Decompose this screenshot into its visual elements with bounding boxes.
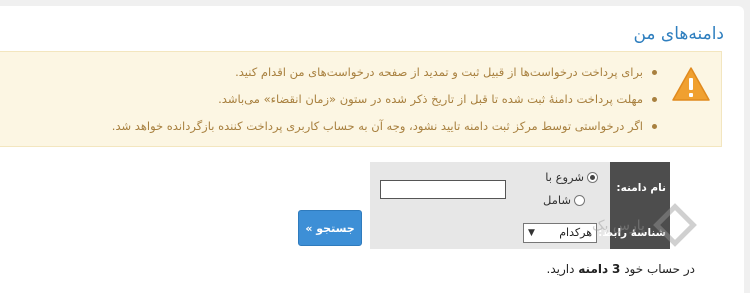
radio-starts-with-label: شروع با (545, 170, 584, 184)
summary-suffix: دارید. (546, 262, 575, 276)
summary-unit: دامنه (578, 262, 609, 276)
domain-name-label: نام دامنه: (616, 182, 666, 194)
radio-checked-icon[interactable] (587, 172, 598, 183)
alert-item: برای پرداخت درخواست‌ها از قبیل ثبت و تمد… (112, 62, 658, 89)
watermark-text: پارس پک (592, 218, 645, 234)
domain-search-input[interactable] (380, 180, 506, 199)
alert-item: مهلت پرداخت دامنهٔ ثبت شده تا قبل از تار… (112, 89, 658, 116)
warning-icon (672, 67, 710, 101)
radio-contains-label: شامل (542, 193, 571, 207)
summary-count: 3 (612, 262, 621, 276)
alert-item: اگر درخواستی توسط مرکز ثبت دامنه تایید ن… (112, 116, 658, 143)
radio-unchecked-icon[interactable] (574, 195, 585, 206)
parspack-watermark-logo: پارس پک (592, 203, 697, 247)
contact-select[interactable]: هرکدام ▼ (523, 223, 597, 243)
radio-contains[interactable]: شامل (543, 193, 585, 207)
search-button[interactable]: جستجو » (298, 210, 362, 246)
page-title: دامنه‌های من (633, 24, 724, 44)
info-alert: برای پرداخت درخواست‌ها از قبیل ثبت و تمد… (0, 51, 722, 147)
alert-list: برای پرداخت درخواست‌ها از قبیل ثبت و تمد… (112, 62, 658, 143)
domain-count-summary: در حساب خود 3 دامنه دارید. (547, 262, 695, 276)
chevron-down-icon: ▼ (528, 228, 535, 238)
summary-prefix: در حساب خود (624, 262, 695, 276)
radio-starts-with[interactable]: شروع با (545, 170, 598, 184)
contact-select-value: هرکدام (559, 226, 592, 239)
